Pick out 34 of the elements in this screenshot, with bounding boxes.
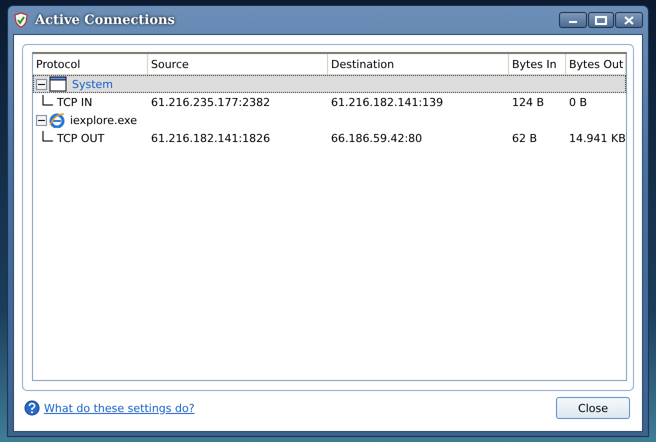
close-dialog-button[interactable]: Close — [556, 397, 630, 419]
bytes-in-cell-text: 62 B — [511, 132, 538, 144]
window-title: Active Connections — [35, 12, 176, 28]
connection-row[interactable]: TCP IN 61.216.235.177:2382 61.216.182.141:139 124 B 0 B — [33, 93, 626, 111]
shield-icon — [13, 12, 29, 28]
process-name: iexplore.exe — [70, 114, 137, 126]
maximize-button[interactable] — [588, 12, 614, 28]
minimize-button[interactable] — [559, 12, 587, 28]
bytes-in-cell-text: 124 B — [511, 96, 546, 108]
process-name: System — [72, 78, 114, 90]
destination-cell-text: 66.186.59.42:80 — [330, 132, 424, 144]
column-header[interactable]: Bytes Out — [566, 54, 626, 74]
browser-icon — [49, 112, 65, 128]
process-row[interactable]: iexplore.exe — [33, 111, 626, 129]
column-header[interactable]: Source — [148, 54, 328, 74]
destination-cell-text: 61.216.182.141:139 — [330, 96, 444, 108]
connection-row[interactable]: TCP OUT 61.216.182.141:1826 66.186.59.42:80 62 B 14.941 KB — [33, 129, 626, 147]
bytes-out-cell-text: 0 B — [568, 96, 588, 108]
column-header[interactable]: Bytes In — [509, 54, 566, 74]
help-link[interactable]: What do these settings do? — [44, 402, 195, 414]
close-icon — [624, 16, 634, 24]
close-button[interactable] — [615, 12, 643, 28]
process-row[interactable]: System — [33, 75, 626, 93]
help-icon — [24, 400, 40, 416]
column-header[interactable]: Destination — [328, 54, 509, 74]
column-header[interactable]: Protocol — [33, 54, 148, 74]
protocol-cell-text: TCP IN — [56, 96, 92, 108]
collapse-toggle[interactable] — [36, 78, 47, 90]
source-cell-text: 61.216.235.177:2382 — [150, 96, 272, 108]
bytes-out-cell-text: 14.941 KB — [568, 132, 626, 144]
protocol-cell-text: TCP OUT — [56, 132, 104, 144]
maximize-icon — [595, 16, 607, 24]
source-cell-text: 61.216.182.141:1826 — [150, 132, 272, 144]
collapse-toggle[interactable] — [36, 114, 47, 126]
